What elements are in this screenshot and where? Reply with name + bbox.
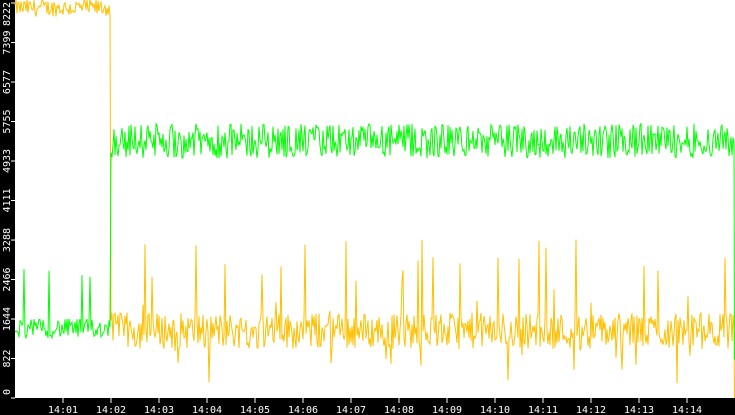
x-tick-label: 14:10 [480,405,510,415]
x-tick-label: 14:01 [48,405,78,415]
x-tick-label: 14:05 [240,405,270,415]
x-tick-label: 14:07 [336,405,366,415]
x-tick-label: 14:03 [144,405,174,415]
y-tick-label: 3288 [2,228,13,252]
line-chart: 0 822 1644 2466 3288 4111 4933 5755 6577 7399 8222… [0,0,735,415]
x-tick-label: 14:11 [528,405,558,415]
plot-area [15,0,735,398]
x-tick-label: 14:04 [192,405,222,415]
y-tick-label: 7399 [2,30,13,54]
x-tick-label: 14:09 [432,405,462,415]
y-tick-label: 0 [2,389,13,395]
y-tick-label: 8222 [2,2,13,26]
y-tick-label: 6577 [2,70,13,94]
y-tick-label: 1644 [2,307,13,331]
x-tick-label: 14:06 [288,405,318,415]
y-tick-label: 822 [2,349,13,367]
y-tick-label: 5755 [2,109,13,133]
x-tick-label: 14:13 [624,405,654,415]
x-tick-label: 14:14 [672,405,702,415]
x-tick-label: 14:08 [384,405,414,415]
y-tick-label: 2466 [2,267,13,291]
y-tick-label: 4111 [2,188,13,212]
x-tick-label: 14:02 [96,405,126,415]
x-tick-label: 14:12 [576,405,606,415]
y-tick-label: 4933 [2,149,13,173]
